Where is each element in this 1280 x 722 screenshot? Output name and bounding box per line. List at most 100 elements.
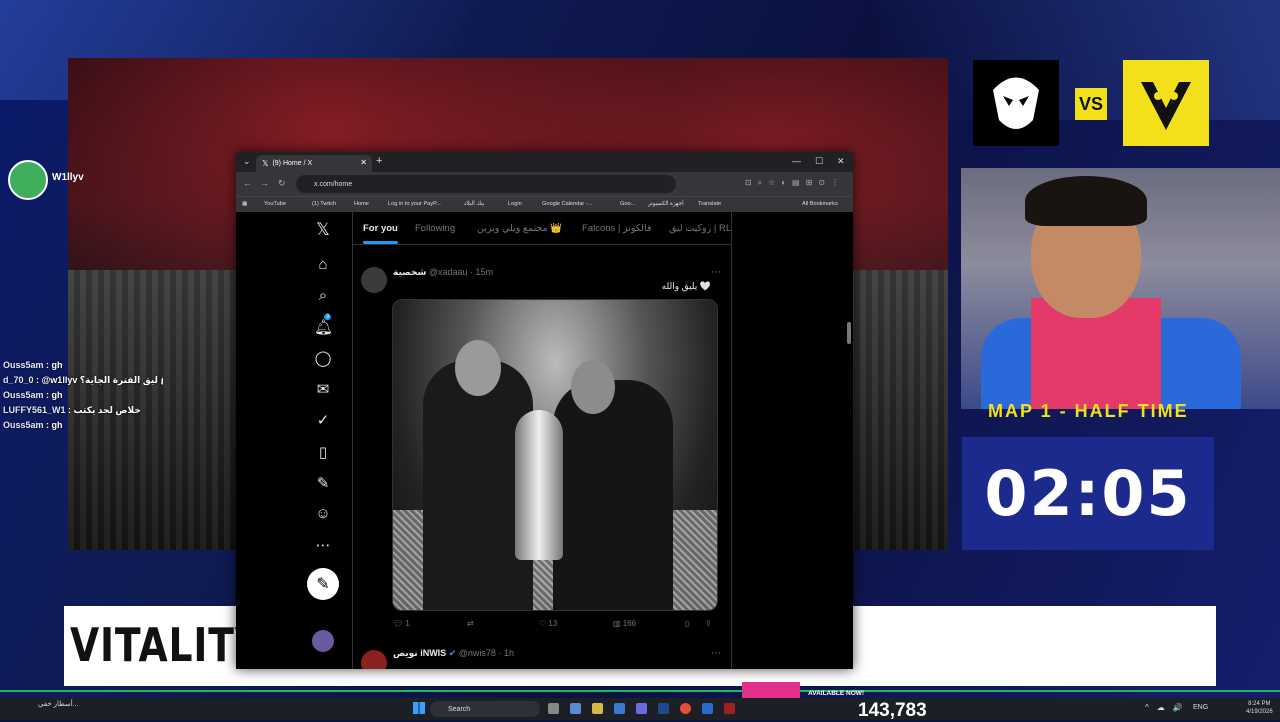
reply-count: 1 <box>405 619 410 628</box>
tab-community-willy[interactable]: مجتمع ويلي وبرين 👑 <box>477 223 562 234</box>
post-text: يليق والله 🤍 <box>661 281 711 291</box>
url-input[interactable]: x.com/home <box>296 175 676 193</box>
more-options-icon[interactable]: ⋯ <box>711 648 721 659</box>
close-window-button[interactable]: ✕ <box>837 156 845 167</box>
tab-following[interactable]: Following <box>415 223 455 234</box>
chrome-icon[interactable] <box>680 703 691 714</box>
player-right-head <box>571 360 615 414</box>
tab-falcons[interactable]: Falcons | فالكونز <box>582 223 651 234</box>
app-icon[interactable] <box>570 703 581 714</box>
chat-message: Ouss5am : gh <box>3 390 63 400</box>
clock-date: 4/19/2026 <box>1246 709 1273 715</box>
close-tab-icon[interactable]: ✕ <box>360 158 367 167</box>
windows-start-icon[interactable] <box>413 702 425 714</box>
banner-team-name: VITALITY <box>70 618 263 672</box>
notifications-icon[interactable]: 🔔︎ 3 <box>314 314 333 336</box>
reply-button[interactable]: 💬︎ 1 <box>393 619 410 628</box>
taskbar-search[interactable]: Search <box>430 701 540 717</box>
profile-icon[interactable]: ☺︎ <box>314 505 332 522</box>
apps-icon[interactable]: ▦ <box>242 201 247 207</box>
share-button[interactable]: ⇪ <box>705 619 712 628</box>
bookmark[interactable]: Google Calendar -... <box>542 201 592 207</box>
view-count: 166 <box>622 619 637 628</box>
tab-rocket-league[interactable]: روكيت ليق | RL <box>669 223 731 234</box>
bookmark[interactable]: Translate <box>698 201 721 207</box>
search-icon[interactable]: ⌕ <box>314 287 332 304</box>
back-icon[interactable]: ← <box>243 178 252 188</box>
post-author[interactable]: نويص iNWIS <box>393 648 446 658</box>
verified-badge-icon: ✔ <box>448 648 457 658</box>
post-header: شخصية @xadaau · 15m <box>393 267 494 277</box>
match-timer: 02:05 <box>984 457 1192 530</box>
notification-badge: 3 <box>324 314 332 320</box>
chat-message: d_70_0 : @w1llyv ويلي فيه كيتاغ ليق الفت… <box>3 373 163 388</box>
bookmark-button[interactable]: ▯ <box>685 619 689 628</box>
tab-for-you[interactable]: For you <box>363 223 398 244</box>
bookmark[interactable]: Home <box>354 201 369 207</box>
post-header: نويص iNWIS ✔ @nwis78 · 1h <box>393 648 514 658</box>
viewer-avatar <box>8 160 48 200</box>
post-avatar[interactable] <box>361 650 387 669</box>
bookmark[interactable]: Log in to your PayP... <box>388 201 441 207</box>
page-scrollbar[interactable] <box>847 322 851 344</box>
chat-user: Ouss5am <box>3 420 44 430</box>
app-icon[interactable] <box>636 703 647 714</box>
tab-title: (9) Home / X <box>272 160 313 167</box>
post-avatar[interactable] <box>361 267 387 293</box>
tab-search-icon[interactable]: ⌄ <box>243 156 251 167</box>
bookmarks-icon[interactable]: ▯ <box>314 443 332 461</box>
app-icon[interactable] <box>724 703 735 714</box>
bookmark[interactable]: Login <box>508 201 522 207</box>
chat-user: Ouss5am <box>3 360 44 370</box>
post-handle[interactable]: @nwis78 <box>459 648 496 658</box>
streamer-webcam <box>961 168 1280 409</box>
system-tray-icons[interactable]: ^☁🔊 <box>1145 703 1191 712</box>
chat-text: gh <box>51 420 63 430</box>
browser-tab[interactable]: 𝕏 (9) Home / X ✕ <box>256 155 372 172</box>
bookmark[interactable]: YouTube <box>264 201 286 207</box>
clock[interactable]: 8:24 PM 4/19/2026 <box>1246 700 1273 716</box>
bookmark[interactable]: بنك البلاد <box>464 201 484 207</box>
bookmark[interactable]: (1) Twitch <box>312 201 336 207</box>
file-explorer-icon[interactable] <box>592 703 603 714</box>
x-logo-icon[interactable]: 𝕏 <box>314 220 332 240</box>
task-view-icon[interactable] <box>548 703 559 714</box>
bookmark[interactable]: أجهزة الكمبيوتر <box>648 201 684 207</box>
more-icon[interactable]: ⋯ <box>314 536 332 554</box>
bookmarks-bar: ▦ YouTube (1) Twitch Home Log in to your… <box>236 196 853 213</box>
views-button[interactable]: ▥ 166 <box>613 619 636 628</box>
news-widget[interactable]: أسطار خفي... <box>38 700 79 708</box>
minimize-button[interactable]: — <box>792 156 801 166</box>
post-handle[interactable]: @xadaau <box>429 267 468 277</box>
verified-icon[interactable]: ✓ <box>314 411 332 429</box>
app-icon[interactable] <box>702 703 713 714</box>
language-indicator[interactable]: ENG <box>1193 704 1208 711</box>
maximize-button[interactable]: ☐ <box>815 156 823 167</box>
forward-icon[interactable]: → <box>260 178 269 188</box>
post-button[interactable]: ✎ <box>307 568 339 600</box>
communities-icon[interactable]: ✎ <box>314 474 332 492</box>
chat-user: LUFFY561_W1 <box>3 405 66 415</box>
messages-icon[interactable]: ✉︎ <box>314 380 332 398</box>
bookmark[interactable]: All Bookmarks <box>802 201 838 207</box>
chat-user: d_70_0 <box>3 375 34 385</box>
taskbar: أسطار خفي... Search ^☁🔊 ENG 8:24 PM 4/19/… <box>0 698 1280 720</box>
like-button[interactable]: ♡ 13 <box>539 619 557 628</box>
bookmark[interactable]: Goo... <box>620 201 635 207</box>
app-icon[interactable] <box>614 703 625 714</box>
progress-line <box>0 690 1280 692</box>
steam-icon[interactable] <box>658 703 669 714</box>
chat-text: gh <box>51 360 63 370</box>
repost-button[interactable]: ⇄ <box>467 619 474 628</box>
home-icon[interactable]: ⌂ <box>314 256 332 273</box>
account-avatar[interactable] <box>312 630 334 652</box>
grok-icon[interactable]: ◯ <box>314 349 332 367</box>
promo-text: AVAILABLE NOW! <box>808 690 865 697</box>
post-author[interactable]: شخصية <box>393 267 426 277</box>
post-image[interactable] <box>392 299 718 611</box>
like-count: 13 <box>548 619 558 628</box>
toolbar-icons[interactable]: ⊡⌕☆◐▤⊞⊙⋮ <box>745 178 845 188</box>
new-tab-button[interactable]: + <box>376 155 382 167</box>
reload-icon[interactable]: ↻ <box>278 178 286 189</box>
more-options-icon[interactable]: ⋯ <box>711 267 721 278</box>
